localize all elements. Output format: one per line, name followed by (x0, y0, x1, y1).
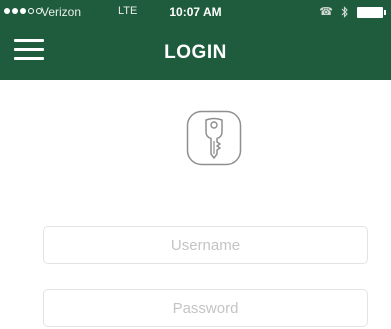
status-bar: Verizon LTE 10:07 AM ☎ (0, 0, 391, 24)
bluetooth-icon (341, 6, 348, 18)
battery-icon (357, 6, 386, 18)
login-screen: Verizon LTE 10:07 AM ☎ LOGIN (0, 0, 391, 329)
nav-bar: LOGIN (0, 24, 391, 80)
username-input[interactable] (43, 226, 368, 264)
app-header: Verizon LTE 10:07 AM ☎ LOGIN (0, 0, 391, 80)
password-input[interactable] (43, 289, 368, 327)
status-icons: ☎ (319, 5, 386, 19)
page-title: LOGIN (164, 42, 227, 63)
phone-call-icon: ☎ (319, 6, 333, 18)
key-icon (186, 110, 242, 166)
